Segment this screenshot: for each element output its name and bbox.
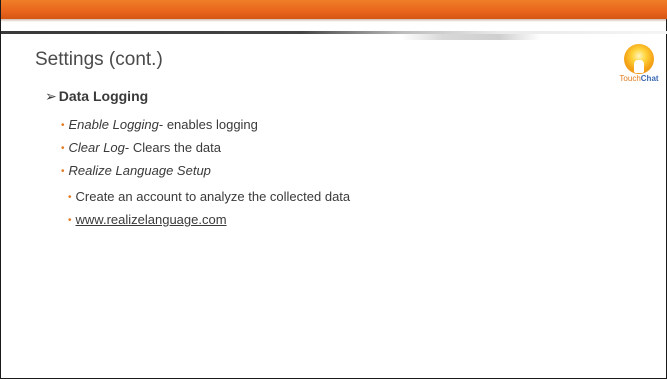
touchchat-logo: TouchChat (616, 44, 662, 92)
list-item: • Enable Logging- enables logging (61, 117, 258, 132)
title-divider-highlight (401, 34, 541, 40)
sub-list-item: • www.realizelanguage.com (68, 212, 227, 227)
sub-list-item: • Create an account to analyze the collec… (68, 189, 350, 204)
list-item-term: Clear Log (68, 140, 125, 155)
list-item: • Realize Language Setup (61, 163, 211, 178)
list-item-term: Enable Logging (68, 117, 159, 132)
logo-text-touch: Touch (619, 74, 641, 83)
bullet-dot-icon: • (61, 120, 65, 131)
bullet-dot-icon: • (61, 166, 65, 177)
list-item: • Clear Log- Clears the data (61, 140, 221, 155)
sub-list-item-text: Create an account to analyze the collect… (75, 189, 351, 204)
realize-language-link[interactable]: www.realizelanguage.com (76, 212, 227, 227)
bullet-dot-icon: • (68, 192, 72, 203)
list-item-desc: - enables logging (158, 117, 258, 132)
slide-title: Settings (cont.) (35, 49, 163, 70)
title-divider (1, 31, 667, 34)
list-item-desc: - Clears the data (124, 140, 221, 155)
logo-hand-icon (634, 60, 644, 73)
section-heading: ➢ Data Logging (45, 88, 148, 105)
logo-text-chat: Chat (640, 74, 659, 83)
arrow-bullet-icon: ➢ (45, 88, 57, 104)
section-heading-label: Data Logging (58, 88, 149, 104)
slide: Settings (cont.) TouchChat ➢ Data Logging… (0, 0, 667, 379)
top-bar-shadow (1, 19, 667, 22)
bullet-dot-icon: • (61, 143, 65, 154)
top-accent-bar (1, 0, 667, 19)
bullet-dot-icon: • (68, 215, 72, 226)
list-item-term: Realize Language Setup (68, 163, 211, 178)
logo-text: TouchChat (616, 74, 662, 83)
